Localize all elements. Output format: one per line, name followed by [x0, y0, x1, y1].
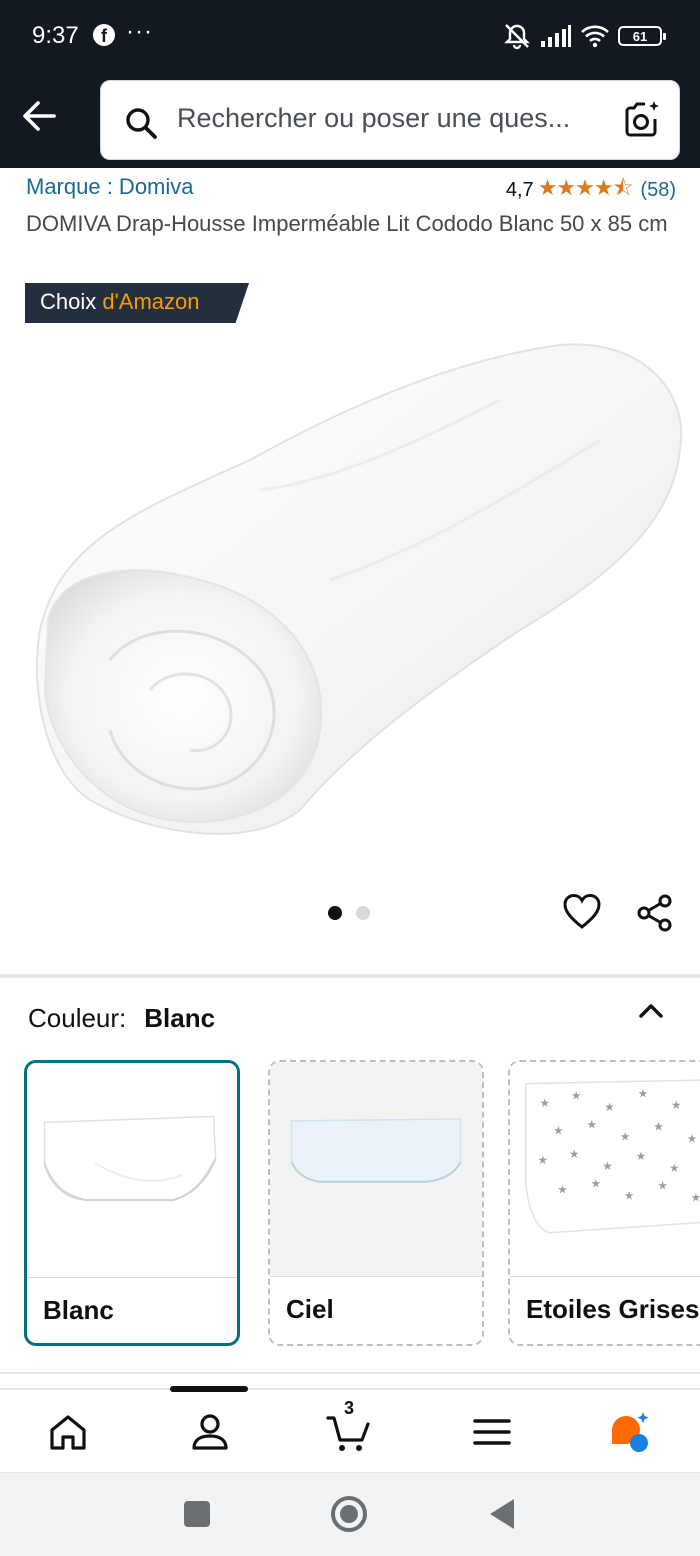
svg-text:★: ★ — [537, 1153, 548, 1167]
variant-label: Etoiles Grises — [526, 1294, 700, 1324]
cart-icon[interactable] — [326, 1410, 370, 1454]
search-input[interactable]: Rechercher ou poser une ques... — [177, 103, 570, 134]
variant-label: Ciel — [286, 1294, 334, 1324]
image-carousel-indicator — [328, 906, 370, 920]
variant-image — [270, 1062, 482, 1276]
search-bar[interactable]: Rechercher ou poser une ques... — [100, 80, 680, 160]
chevron-up-icon[interactable] — [636, 996, 666, 1026]
variant-card-etoiles-grises[interactable]: ★★★★★★ ★★★★★ ★★★★★★ ★★★★★ Etoiles Grises — [508, 1060, 700, 1346]
battery-icon: 61 — [618, 26, 666, 46]
status-bar: 9:37 f ··· 61 — [0, 0, 700, 72]
mute-icon — [504, 24, 530, 50]
svg-text:★: ★ — [691, 1190, 700, 1204]
section-divider — [0, 974, 700, 978]
rating-stars-icon: ★★★★⯪ — [537, 175, 634, 200]
variant-card-ciel[interactable]: Ciel — [268, 1060, 484, 1346]
svg-text:★: ★ — [657, 1179, 668, 1193]
rating-summary[interactable]: 4,7 ★★★★⯪ (58) — [506, 171, 676, 209]
carousel-dot — [356, 906, 370, 920]
home-icon[interactable] — [46, 1410, 90, 1454]
badge-brand: d'Amazon — [102, 289, 200, 314]
svg-text:★: ★ — [687, 1132, 698, 1146]
svg-text:★: ★ — [624, 1188, 635, 1202]
svg-text:★: ★ — [569, 1147, 580, 1161]
carousel-dot-active — [328, 906, 342, 920]
color-selector-header[interactable]: Couleur: Blanc — [28, 1003, 215, 1034]
back-arrow-icon[interactable] — [18, 94, 62, 138]
svg-text:★: ★ — [653, 1120, 664, 1134]
system-back-button[interactable] — [490, 1499, 514, 1529]
product-title: DOMIVA Drap-Housse Imperméable Lit Codod… — [26, 211, 668, 236]
svg-text:★: ★ — [620, 1130, 631, 1144]
svg-text:★: ★ — [571, 1088, 582, 1102]
app-header: Rechercher ou poser une ques... — [0, 72, 700, 168]
variant-image: ★★★★★★ ★★★★★ ★★★★★★ ★★★★★ — [510, 1062, 700, 1276]
color-variant-list: Blanc Ciel ★★★★★★ ★★★★★ ★★★★★★ ★★★★★ Eto… — [0, 1060, 700, 1350]
color-label: Couleur: — [28, 1003, 127, 1033]
svg-text:★: ★ — [671, 1098, 682, 1112]
menu-icon[interactable] — [470, 1410, 514, 1454]
signal-icon — [541, 25, 571, 47]
svg-text:★: ★ — [553, 1124, 564, 1138]
variant-card-blanc[interactable]: Blanc — [24, 1060, 240, 1346]
account-icon[interactable] — [188, 1410, 232, 1454]
variant-label: Blanc — [43, 1295, 114, 1325]
more-notifications-icon: ··· — [126, 18, 153, 45]
svg-text:★: ★ — [590, 1177, 601, 1191]
brand-link[interactable]: Marque : Domiva — [26, 174, 194, 200]
heart-icon[interactable] — [562, 892, 602, 932]
wifi-icon — [581, 25, 609, 48]
svg-text:★: ★ — [669, 1161, 680, 1175]
active-tab-indicator — [170, 1386, 248, 1392]
system-navigation-bar — [0, 1472, 700, 1556]
home-button[interactable] — [331, 1496, 367, 1532]
camera-search-icon[interactable] — [621, 99, 661, 139]
svg-text:★: ★ — [638, 1086, 649, 1100]
badge-prefix: Choix — [40, 289, 97, 314]
rating-count[interactable]: (58) — [640, 179, 676, 202]
color-selected-value: Blanc — [144, 1003, 216, 1033]
svg-text:★: ★ — [557, 1183, 568, 1197]
amazons-choice-badge: Choix d'Amazon — [25, 283, 249, 323]
rating-value: 4,7 — [505, 178, 534, 201]
facebook-icon: f — [93, 24, 115, 46]
section-divider — [0, 1372, 700, 1374]
bottom-navigation: 3 — [0, 1386, 700, 1472]
variant-image — [27, 1063, 237, 1277]
svg-text:★: ★ — [587, 1118, 598, 1132]
svg-text:★: ★ — [636, 1149, 647, 1163]
share-icon[interactable] — [636, 894, 674, 932]
rufus-assistant-icon[interactable] — [608, 1410, 652, 1454]
svg-text:★: ★ — [604, 1100, 615, 1114]
battery-level: 61 — [632, 28, 648, 44]
status-time: 9:37 — [32, 22, 79, 49]
product-image[interactable] — [0, 330, 700, 850]
svg-text:★: ★ — [602, 1159, 613, 1173]
svg-text:★: ★ — [539, 1096, 550, 1110]
search-icon — [126, 108, 157, 139]
recent-apps-button[interactable] — [184, 1501, 210, 1527]
